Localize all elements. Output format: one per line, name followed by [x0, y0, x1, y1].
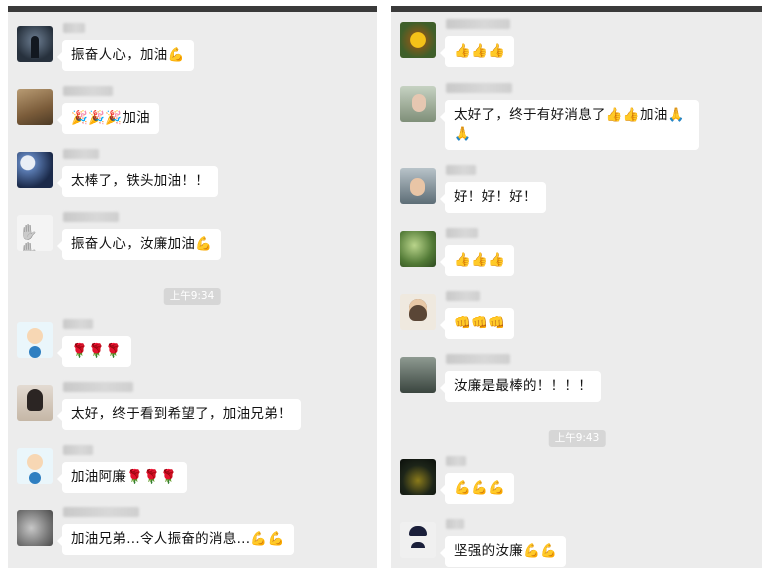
avatar[interactable] — [400, 294, 436, 330]
avatar[interactable] — [17, 510, 53, 546]
avatar[interactable] — [400, 22, 436, 58]
message-bubble[interactable]: 👍👍👍 — [439, 36, 515, 67]
message-bubble[interactable]: 🎉🎉🎉加油 — [57, 103, 159, 134]
avatar[interactable] — [400, 459, 436, 495]
message-bubble[interactable]: 太棒了，铁头加油！！ — [57, 166, 218, 197]
chat-panel-right: 👍👍👍 太好了，终于有好消息了👍👍加油🙏🙏 好！好！好！ 👍👍👍 👊👊👊 汝廉是… — [391, 6, 762, 568]
chat-panel-left: 振奋人心，加油💪 🎉🎉🎉加油 太棒了，铁头加油！！ 振奋人心，汝廉加油💪 上午9… — [8, 6, 377, 568]
timestamp-divider: 上午9:43 — [548, 430, 606, 447]
sender-name-blurred — [446, 456, 466, 466]
sender-name-blurred — [446, 165, 476, 175]
message-bubble[interactable]: 太好了，终于有好消息了👍👍加油🙏🙏 — [440, 100, 699, 150]
avatar[interactable] — [400, 231, 436, 267]
sender-name-blurred — [446, 354, 510, 364]
message-bubble[interactable]: 👊👊👊 — [439, 308, 515, 339]
message-bubble[interactable]: 汝廉是最棒的！！！！ — [440, 371, 601, 402]
sender-name-blurred — [63, 212, 119, 222]
message-bubble[interactable]: 坚强的汝廉💪💪 — [439, 536, 567, 567]
avatar[interactable] — [400, 357, 436, 393]
avatar[interactable] — [17, 215, 53, 251]
avatar[interactable] — [17, 152, 53, 188]
avatar[interactable] — [17, 322, 53, 358]
sender-name-blurred — [446, 519, 464, 529]
sender-name-blurred — [63, 507, 139, 517]
sender-name-blurred — [63, 382, 133, 392]
message-bubble[interactable]: 加油兄弟...令人振奋的消息...💪💪 — [57, 524, 294, 555]
message-bubble[interactable]: 好！好！好！ — [440, 182, 546, 213]
sender-name-blurred — [63, 149, 99, 159]
avatar[interactable] — [400, 522, 436, 558]
message-bubble[interactable]: 加油阿廉🌹🌹🌹 — [57, 462, 187, 493]
avatar[interactable] — [17, 89, 53, 125]
sender-name-blurred — [446, 83, 512, 93]
sender-name-blurred — [446, 291, 480, 301]
message-bubble[interactable]: 振奋人心，加油💪 — [57, 40, 194, 71]
message-bubble[interactable]: 🌹🌹🌹 — [56, 336, 132, 367]
sender-name-blurred — [63, 319, 93, 329]
message-bubble[interactable]: 振奋人心，汝廉加油💪 — [56, 229, 222, 260]
avatar[interactable] — [400, 168, 436, 204]
avatar[interactable] — [17, 26, 53, 62]
avatar[interactable] — [17, 385, 53, 421]
avatar[interactable] — [400, 86, 436, 122]
avatar[interactable] — [17, 448, 53, 484]
sender-name-blurred — [63, 445, 93, 455]
sender-name-blurred — [446, 228, 478, 238]
message-bubble[interactable]: 👍👍👍 — [439, 245, 515, 276]
sender-name-blurred — [446, 19, 510, 29]
sender-name-blurred — [63, 23, 85, 33]
message-bubble[interactable]: 太好，终于看到希望了，加油兄弟！ — [57, 399, 301, 430]
message-bubble[interactable]: 💪💪💪 — [439, 473, 515, 504]
timestamp-divider: 上午9:34 — [163, 288, 221, 305]
sender-name-blurred — [63, 86, 113, 96]
